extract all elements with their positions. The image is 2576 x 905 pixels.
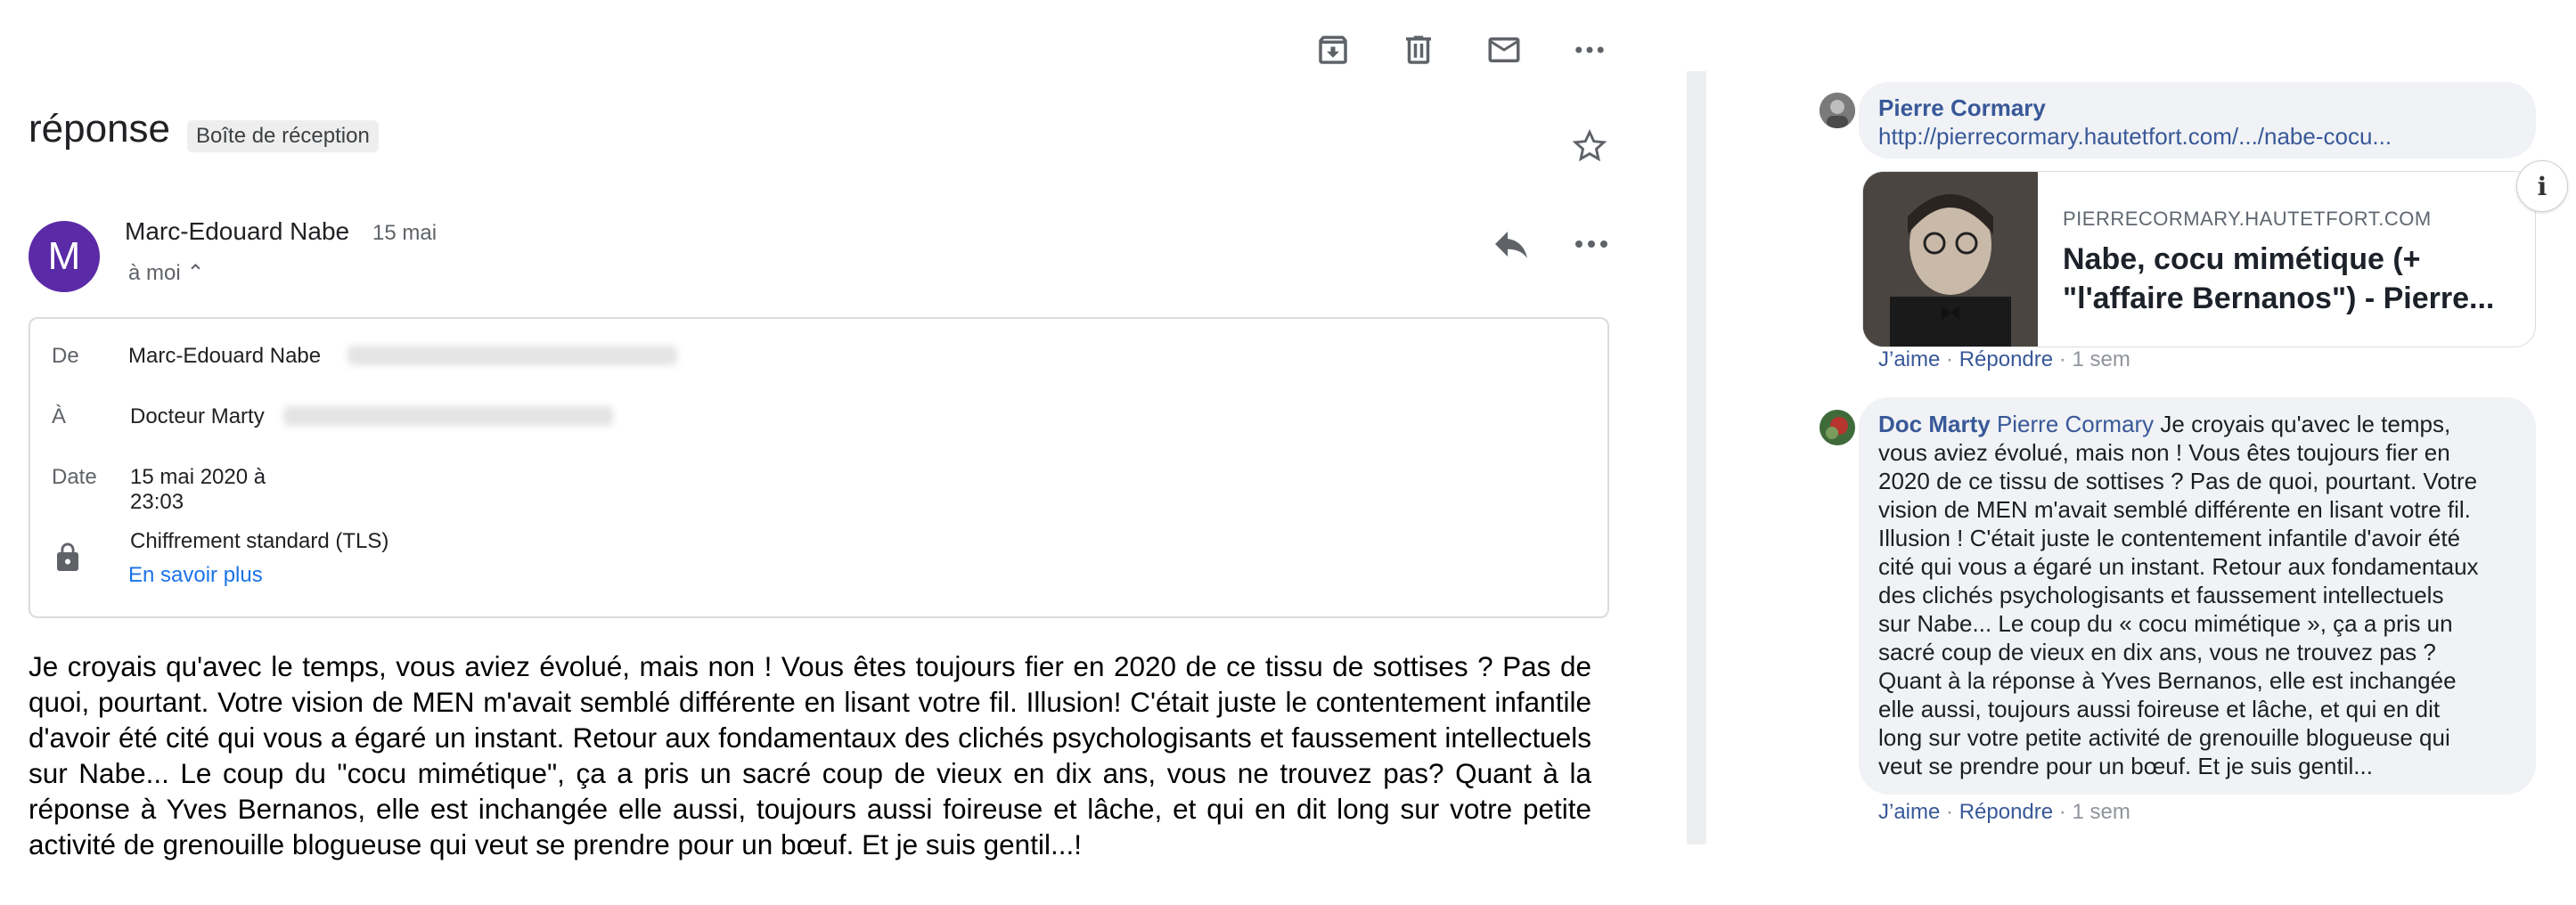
reply-icon[interactable]: [1490, 223, 1533, 265]
from-value: Marc-Edouard Nabe: [128, 344, 322, 368]
comment-bubble: Doc Marty Pierre Cormary Je croyais qu'a…: [1859, 397, 2536, 795]
trash-icon[interactable]: [1399, 30, 1438, 69]
envelope-icon[interactable]: [1484, 30, 1524, 69]
comment-author[interactable]: Pierre Cormary: [1878, 94, 2046, 122]
inbox-label-badge[interactable]: Boîte de réception: [187, 120, 379, 152]
message-date: 15 mai: [372, 221, 438, 245]
message-details-panel: De Marc-Edouard Nabe À Docteur Marty Dat…: [29, 317, 1609, 618]
lock-icon: [52, 542, 84, 574]
comment-line: Je croyais qu'avec le temps,: [2154, 411, 2451, 437]
comment-line: sacré coup de vieux en dix ans, vous ne …: [1878, 639, 2436, 665]
pane-divider: [1687, 71, 1706, 844]
comment-body: Doc Marty Pierre Cormary Je croyais qu'a…: [1878, 410, 2520, 780]
link-preview-title-line2: "l'affaire Bernanos") - Pierre...: [2063, 281, 2495, 315]
email-subject: réponse: [29, 107, 171, 151]
learn-more-link[interactable]: En savoir plus: [128, 563, 263, 588]
comment-time[interactable]: 1 sem: [2072, 800, 2130, 824]
info-icon[interactable]: i: [2516, 160, 2568, 212]
mention-link[interactable]: Pierre Cormary: [1997, 411, 2154, 437]
comment-link[interactable]: http://pierrecormary.hautetfort.com/.../…: [1878, 123, 2392, 151]
comment-line: elle aussi, toujours aussi foireuse et l…: [1878, 696, 2441, 722]
email-pane: réponse Boîte de réception M Marc-Edouar…: [0, 0, 1693, 905]
link-preview-thumbnail: [1863, 172, 2038, 347]
comment-line: veut se prendre pour un bœuf. Et je suis…: [1878, 753, 2373, 779]
separator: ·: [1946, 347, 1954, 371]
comment-line: vous aviez évolué, mais non ! Vous êtes …: [1878, 439, 2450, 466]
comment-line: Illusion ! C'était juste le contentement…: [1878, 525, 2461, 551]
email-body: Je croyais qu'avec le temps, vous aviez …: [29, 650, 1591, 860]
from-label: De: [52, 344, 79, 368]
reply-link[interactable]: Répondre: [1959, 347, 2053, 371]
recipient-toggle[interactable]: à moi ⌃: [128, 260, 204, 286]
star-icon[interactable]: [1570, 126, 1609, 166]
message-more-icon[interactable]: [1570, 223, 1613, 265]
comment-author[interactable]: Doc Marty: [1878, 411, 1991, 437]
redacted-email: [348, 346, 677, 365]
comment-line: Quant à la réponse à Yves Bernanos, elle…: [1878, 667, 2457, 694]
link-preview-title-line1: Nabe, cocu mimétique (+: [2063, 242, 2421, 276]
comment-line: des clichés psychologisants et faussemen…: [1878, 582, 2444, 608]
to-label: À: [52, 404, 67, 428]
date-label: Date: [52, 465, 97, 489]
date-value-line1: 15 mai 2020 à: [130, 465, 266, 489]
comment-line: cité qui vous a égaré un instant. Retour…: [1878, 553, 2479, 580]
reply-link[interactable]: Répondre: [1959, 800, 2053, 824]
redacted-email: [283, 406, 613, 426]
archive-icon[interactable]: [1313, 30, 1353, 69]
more-horizontal-icon[interactable]: [1570, 30, 1609, 69]
comment-line: long sur votre petite activité de grenou…: [1878, 724, 2450, 751]
separator: ·: [2058, 800, 2066, 824]
link-preview-card[interactable]: PIERRECORMARY.HAUTETFORT.COM Nabe, cocu …: [1862, 171, 2536, 347]
separator: ·: [1946, 800, 1954, 824]
comments-pane: Pierre Cormary http://pierrecormary.haut…: [1773, 0, 2576, 905]
comment-line: 2020 de ce tissu de sottises ? Pas de qu…: [1878, 468, 2478, 494]
comment-line: vision de MEN m'avait semblé différente …: [1878, 496, 2471, 523]
commenter-avatar[interactable]: [1820, 410, 1855, 445]
link-preview-title: Nabe, cocu mimétique (+ "l'affaire Berna…: [2063, 240, 2508, 318]
comment-line: sur Nabe... Le coup du « cocu mimétique …: [1878, 610, 2453, 637]
comment-bubble: Pierre Cormary http://pierrecormary.haut…: [1859, 82, 2536, 159]
separator: ·: [2058, 347, 2066, 371]
link-preview-domain: PIERRECORMARY.HAUTETFORT.COM: [2063, 208, 2432, 230]
date-value-line2: 23:03: [130, 490, 184, 514]
security-value: Chiffrement standard (TLS): [130, 529, 389, 553]
comment-actions: J’aime · Répondre · 1 sem: [1878, 800, 2130, 825]
commenter-avatar[interactable]: [1820, 93, 1855, 128]
sender-name[interactable]: Marc-Edouard Nabe: [125, 217, 349, 246]
like-link[interactable]: J’aime: [1878, 347, 1940, 371]
sender-avatar: M: [29, 221, 100, 292]
comment-time[interactable]: 1 sem: [2072, 347, 2130, 371]
like-link[interactable]: J’aime: [1878, 800, 1940, 824]
comment-actions: J’aime · Répondre · 1 sem: [1878, 347, 2130, 372]
to-value: Docteur Marty: [130, 404, 265, 428]
